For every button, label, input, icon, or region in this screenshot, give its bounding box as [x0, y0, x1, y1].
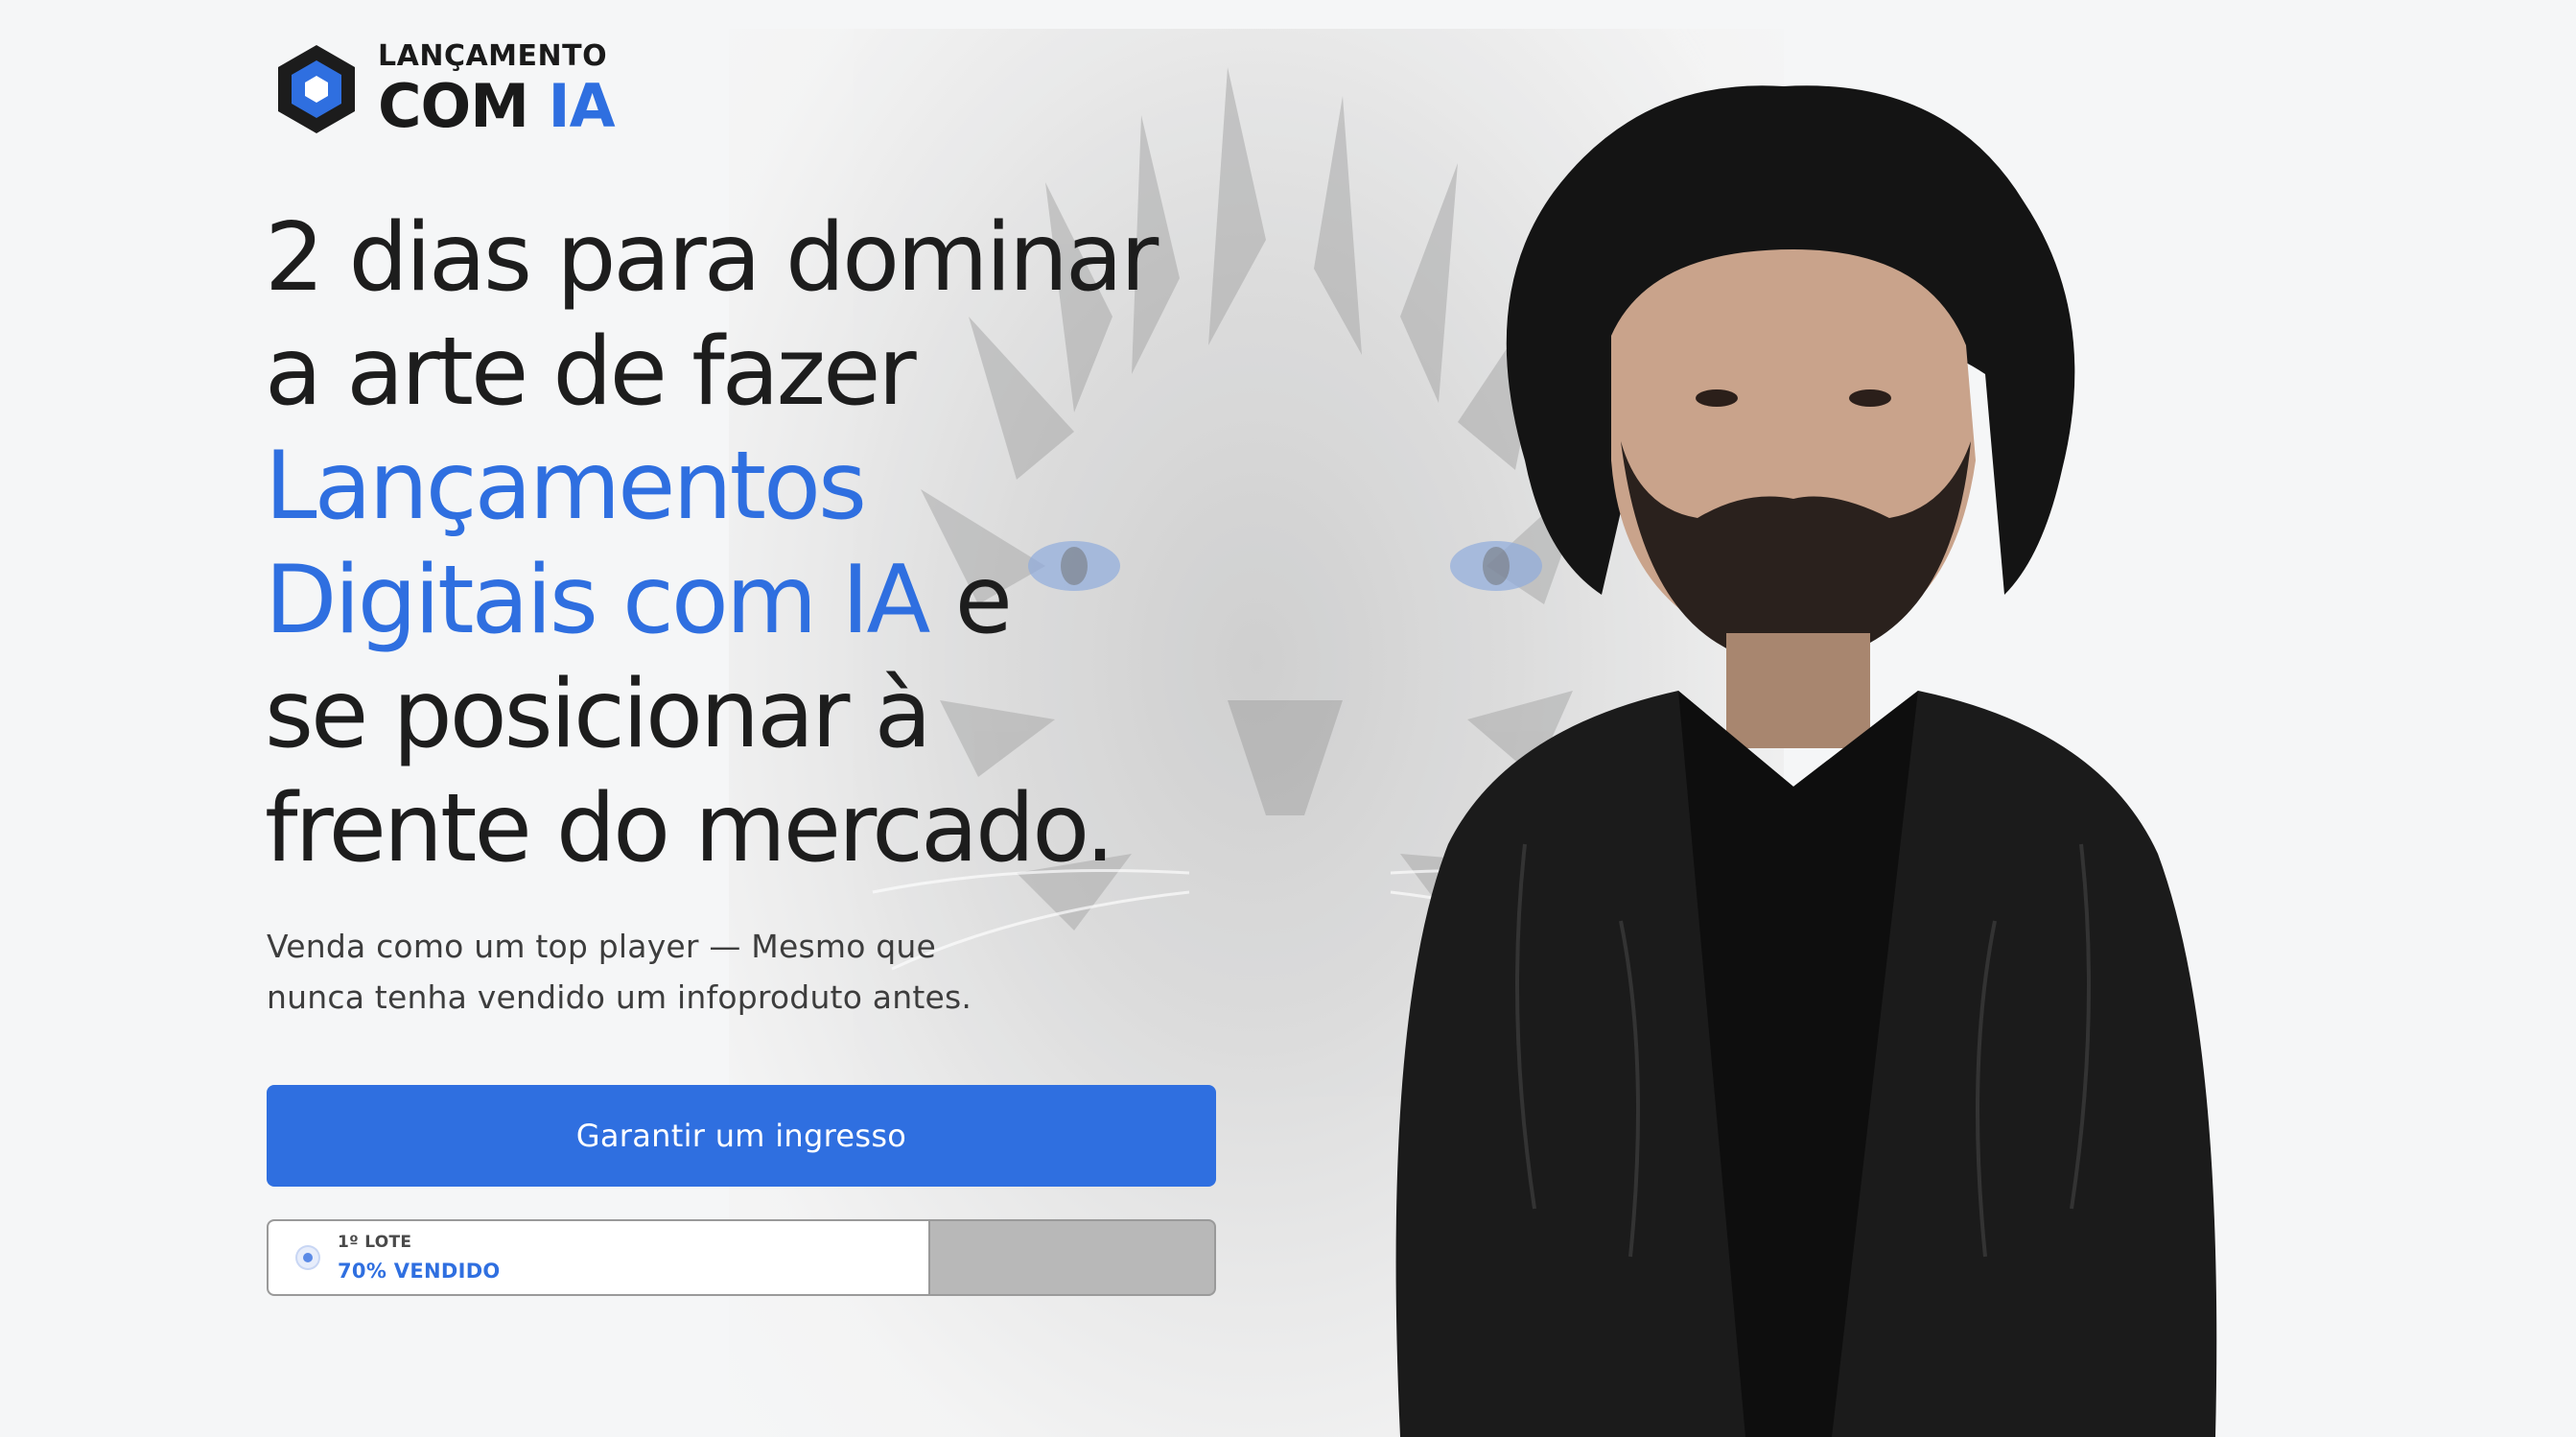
headline-accent-line-2: Digitais com IA: [265, 546, 930, 655]
logo-bottom-text: COM IA: [378, 77, 616, 136]
headline-line-1: 2 dias para dominar: [265, 203, 1159, 313]
headline-accent-line-1: Lançamentos: [265, 432, 867, 541]
hexagon-logo-icon: [278, 45, 355, 133]
status-dot-icon: [297, 1247, 318, 1268]
ticket-progress-bar: 1º LOTE 70% VENDIDO: [267, 1219, 1216, 1296]
subtitle-line-1: Venda como um top player — Mesmo que: [267, 928, 937, 965]
logo-top-text: LANÇAMENTO: [378, 39, 608, 73]
headline-line-2: a arte de fazer: [265, 318, 917, 427]
headline-line-5: se posicionar à: [265, 660, 932, 769]
headline-line-4-rest: e: [927, 546, 1013, 655]
presenter-photo: [1333, 58, 2273, 1437]
headline-line-6: frente do mercado.: [265, 774, 1115, 883]
ticket-lot-label: 1º LOTE: [338, 1233, 412, 1252]
logo-wordmark: LANÇAMENTO COM IA: [378, 39, 616, 136]
ticket-sold-label: 70% VENDIDO: [338, 1260, 501, 1283]
brand-logo[interactable]: LANÇAMENTO COM IA: [274, 39, 616, 136]
hero-subtitle: Venda como um top player — Mesmo que nun…: [267, 921, 1034, 1023]
subtitle-line-2: nunca tenha vendido um infoproduto antes…: [267, 978, 972, 1016]
headline-line-4: Digitais com IA e: [265, 544, 1262, 658]
landing-page: LANÇAMENTO COM IA 2 dias para dominar a …: [0, 0, 2576, 1437]
logo-bottom-accent: IA: [548, 71, 616, 141]
hero-headline: 2 dias para dominar a arte de fazer Lanç…: [265, 201, 1262, 886]
buy-ticket-button[interactable]: Garantir um ingresso: [267, 1085, 1216, 1187]
logo-bottom-main: COM: [378, 71, 529, 141]
